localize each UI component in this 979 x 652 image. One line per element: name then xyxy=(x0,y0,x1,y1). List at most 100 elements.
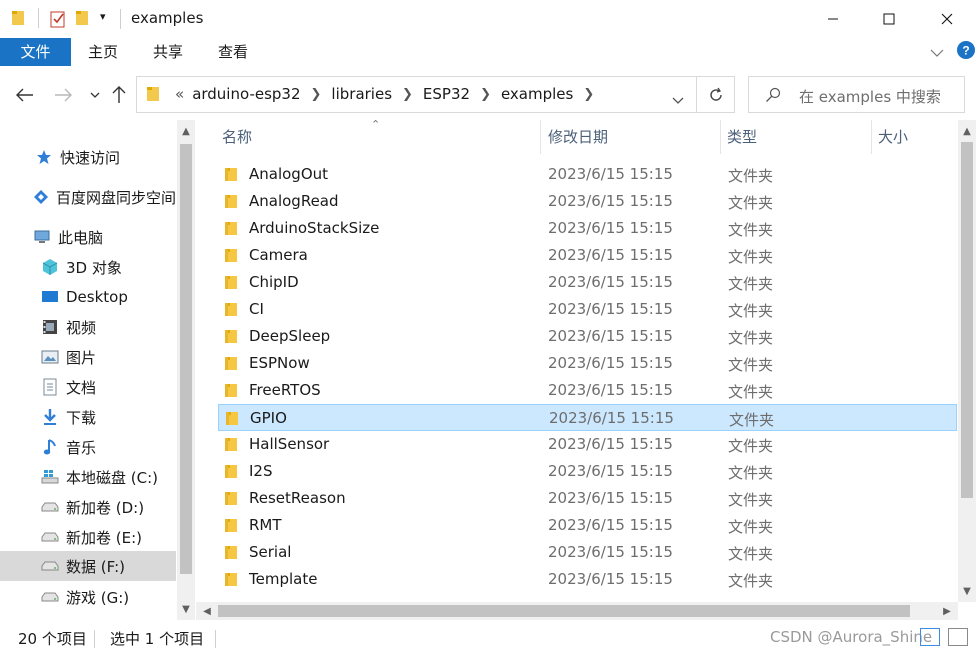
sidebar-item-label: 文档 xyxy=(66,378,97,397)
refresh-button[interactable] xyxy=(697,76,735,113)
table-row[interactable]: HallSensor 2023/6/15 15:15 文件夹 xyxy=(218,431,957,458)
column-header-type[interactable]: 类型 xyxy=(727,120,757,154)
address-bar[interactable]: « arduino-esp32 ❯ libraries ❯ ESP32 ❯ ex… xyxy=(136,76,697,113)
title-divider xyxy=(120,9,121,29)
folder-icon xyxy=(147,86,161,102)
sidebar-item-drive-e[interactable]: 新加卷 (E:) xyxy=(0,522,176,552)
sidebar-item-videos[interactable]: 视频 xyxy=(0,312,176,342)
maximize-button[interactable] xyxy=(860,0,918,38)
table-row[interactable]: CI 2023/6/15 15:15 文件夹 xyxy=(218,296,957,323)
sidebar-item-drive-c[interactable]: 本地磁盘 (C:) xyxy=(0,462,176,492)
address-dropdown-chevron-icon[interactable] xyxy=(672,91,684,109)
expand-ribbon-chevron-icon[interactable] xyxy=(930,44,944,62)
sidebar-item-downloads[interactable]: 下载 xyxy=(0,402,176,432)
sidebar-item-desktop[interactable]: Desktop xyxy=(0,282,176,312)
tab-file[interactable]: 文件 xyxy=(0,38,71,66)
tab-home[interactable]: 主页 xyxy=(78,38,128,66)
breadcrumb-libraries[interactable]: libraries xyxy=(327,85,396,103)
table-row[interactable]: ESPNow 2023/6/15 15:15 文件夹 xyxy=(218,350,957,377)
forward-button[interactable] xyxy=(50,82,76,108)
sidebar-item-drive-d[interactable]: 新加卷 (D:) xyxy=(0,492,176,522)
file-type: 文件夹 xyxy=(728,518,774,536)
modified-date: 2023/6/15 15:15 xyxy=(548,273,673,291)
table-row[interactable]: FreeRTOS 2023/6/15 15:15 文件夹 xyxy=(218,377,957,404)
breadcrumb-chevron-icon[interactable]: ❯ xyxy=(305,87,328,102)
table-row[interactable]: DeepSleep 2023/6/15 15:15 文件夹 xyxy=(218,323,957,350)
table-row[interactable]: ResetReason 2023/6/15 15:15 文件夹 xyxy=(218,485,957,512)
table-row[interactable]: GPIO 2023/6/15 15:15 文件夹 xyxy=(218,404,957,431)
breadcrumb-chevron-icon[interactable]: ❯ xyxy=(474,87,497,102)
scroll-up-arrow-icon[interactable]: ▲ xyxy=(958,122,976,140)
table-row[interactable]: Serial 2023/6/15 15:15 文件夹 xyxy=(218,539,957,566)
column-divider[interactable] xyxy=(540,120,541,154)
properties-icon[interactable] xyxy=(50,10,66,32)
sidebar-item-3d-objects[interactable]: 3D 对象 xyxy=(0,252,176,282)
drive-icon xyxy=(40,497,60,517)
breadcrumb-chevron-icon[interactable]: ❯ xyxy=(577,87,600,102)
close-icon xyxy=(941,13,953,25)
breadcrumb-examples[interactable]: examples xyxy=(497,85,577,103)
new-folder-icon[interactable] xyxy=(76,10,90,30)
scroll-up-arrow-icon[interactable]: ▲ xyxy=(177,122,195,140)
file-type: 文件夹 xyxy=(728,221,774,239)
column-divider[interactable] xyxy=(871,120,872,154)
sidebar-item-this-pc[interactable]: 此电脑 xyxy=(0,222,176,252)
customize-qa-chevron-icon[interactable]: ▾ xyxy=(100,10,106,23)
breadcrumb-overflow[interactable]: « xyxy=(171,85,188,103)
sidebar-scroll-thumb[interactable] xyxy=(180,144,192,574)
tab-view[interactable]: 查看 xyxy=(208,38,258,66)
sidebar-item-pictures[interactable]: 图片 xyxy=(0,342,176,372)
folder-icon xyxy=(224,383,238,398)
refresh-icon xyxy=(709,87,722,101)
table-row[interactable]: Template 2023/6/15 15:15 文件夹 xyxy=(218,566,957,593)
file-name: I2S xyxy=(249,462,273,480)
table-row[interactable]: I2S 2023/6/15 15:15 文件夹 xyxy=(218,458,957,485)
modified-date: 2023/6/15 15:15 xyxy=(549,409,674,427)
recent-locations-button[interactable] xyxy=(82,82,108,108)
details-view-button[interactable] xyxy=(920,628,940,646)
column-divider[interactable] xyxy=(720,120,721,154)
sidebar-item-drive-g[interactable]: 游戏 (G:) xyxy=(0,582,176,612)
breadcrumb-chevron-icon[interactable]: ❯ xyxy=(396,87,419,102)
star-icon xyxy=(34,147,54,167)
back-button[interactable] xyxy=(12,82,38,108)
scroll-right-arrow-icon[interactable]: ▶ xyxy=(938,602,956,620)
column-header-name[interactable]: 名称 xyxy=(222,120,252,154)
search-box[interactable]: 在 examples 中搜索 xyxy=(748,76,965,113)
sidebar-item-baidu-sync[interactable]: 百度网盘同步空间 xyxy=(0,182,176,212)
table-row[interactable]: ChipID 2023/6/15 15:15 文件夹 xyxy=(218,269,957,296)
column-header-date[interactable]: 修改日期 xyxy=(548,120,608,154)
tab-share[interactable]: 共享 xyxy=(143,38,193,66)
modified-date: 2023/6/15 15:15 xyxy=(548,219,673,237)
file-list-scrollbar[interactable]: ▲ ▼ xyxy=(958,120,976,602)
sidebar-scrollbar[interactable]: ▲ ▼ xyxy=(177,120,195,620)
minimize-button[interactable] xyxy=(804,0,862,38)
sidebar-item-drive-f[interactable]: 数据 (F:) xyxy=(0,551,176,581)
table-row[interactable]: RMT 2023/6/15 15:15 文件夹 xyxy=(218,512,957,539)
table-row[interactable]: AnalogRead 2023/6/15 15:15 文件夹 xyxy=(218,188,957,215)
table-row[interactable]: AnalogOut 2023/6/15 15:15 文件夹 xyxy=(218,161,957,188)
file-list-horizontal-scrollbar[interactable]: ◀ ▶ xyxy=(196,602,958,620)
maximize-icon xyxy=(883,13,895,25)
up-button[interactable] xyxy=(106,82,132,108)
table-row[interactable]: ArduinoStackSize 2023/6/15 15:15 文件夹 xyxy=(218,215,957,242)
sidebar-item-label: 数据 (F:) xyxy=(66,557,125,576)
sidebar-item-music[interactable]: 音乐 xyxy=(0,432,176,462)
file-list-scroll-thumb[interactable] xyxy=(961,142,973,498)
breadcrumb-esp32[interactable]: ESP32 xyxy=(419,85,474,103)
scroll-left-arrow-icon[interactable]: ◀ xyxy=(198,602,216,620)
desktop-icon xyxy=(40,287,60,307)
horizontal-scroll-thumb[interactable] xyxy=(218,605,910,617)
sidebar-item-documents[interactable]: 文档 xyxy=(0,372,176,402)
table-row[interactable]: Camera 2023/6/15 15:15 文件夹 xyxy=(218,242,957,269)
help-icon[interactable]: ? xyxy=(956,40,976,64)
column-header-size[interactable]: 大小 xyxy=(878,120,908,154)
sidebar-item-label: 图片 xyxy=(66,348,97,367)
scroll-down-arrow-icon[interactable]: ▼ xyxy=(177,600,195,618)
chevron-down-icon xyxy=(90,92,100,98)
large-icons-view-button[interactable] xyxy=(948,628,968,646)
breadcrumb-arduino-esp32[interactable]: arduino-esp32 xyxy=(188,85,304,103)
sidebar-item-quick-access[interactable]: 快速访问 xyxy=(0,142,176,172)
scroll-down-arrow-icon[interactable]: ▼ xyxy=(958,582,976,600)
close-button[interactable] xyxy=(918,0,976,38)
